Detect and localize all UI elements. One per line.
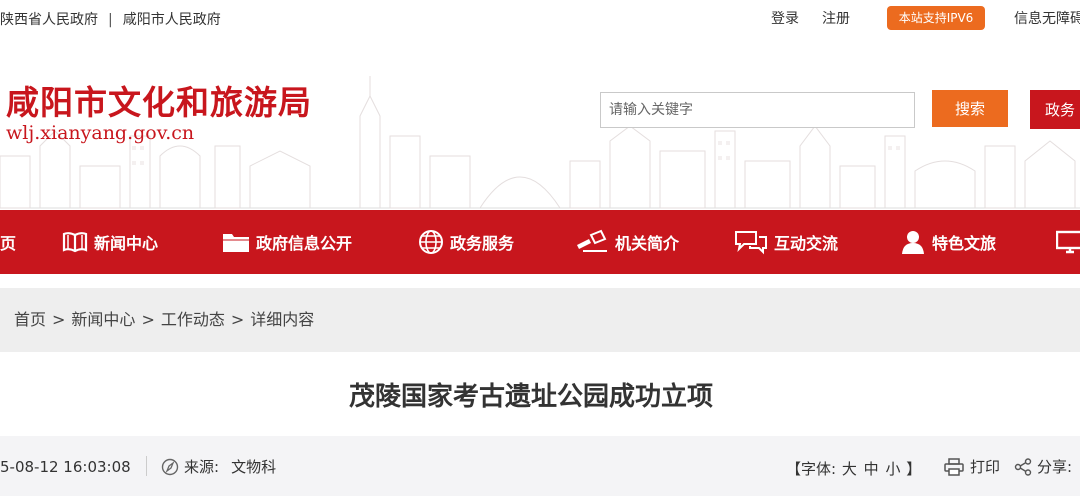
print-label: 打印 xyxy=(970,458,1001,476)
share-label: 分享: xyxy=(1037,458,1073,476)
globe-icon xyxy=(419,230,443,254)
main-nav: 页 新闻中心 政府信息公开 政务服务 机关简介 互动交流 特色文旅 xyxy=(0,210,1080,274)
nav-item-culture-tourism[interactable]: 特色文旅 xyxy=(900,210,996,274)
font-small-button[interactable]: 小 xyxy=(885,460,900,478)
province-gov-link[interactable]: 陕西省人民政府 xyxy=(0,12,98,28)
font-size-control: 【字体: 大 中 小 】 xyxy=(786,458,921,479)
nav-item-about[interactable]: 机关简介 xyxy=(575,210,679,274)
nav-item-gov-service[interactable]: 政务服务 xyxy=(418,210,514,274)
share-icon xyxy=(1014,457,1032,476)
chat-icon xyxy=(735,231,767,255)
top-separator: | xyxy=(108,12,113,28)
search-input[interactable] xyxy=(600,92,915,128)
nav-item-label: 互动交流 xyxy=(774,234,839,253)
breadcrumb: 首页 > 新闻中心 > 工作动态 > 详细内容 xyxy=(0,288,1080,352)
source-value: 文物科 xyxy=(231,458,277,476)
nav-item-label: 新闻中心 xyxy=(94,234,159,253)
breadcrumb-work-news[interactable]: 工作动态 xyxy=(161,310,225,329)
compass-icon xyxy=(161,458,179,475)
breadcrumb-current: 详细内容 xyxy=(250,310,315,329)
user-icon xyxy=(902,231,924,254)
nav-item-news[interactable]: 新闻中心 xyxy=(62,210,158,274)
info-divider xyxy=(146,456,147,476)
printer-icon xyxy=(944,457,964,476)
city-gov-link[interactable]: 咸阳市人民政府 xyxy=(123,12,221,28)
nav-item-home[interactable]: 页 xyxy=(0,210,16,274)
monitor-icon xyxy=(1056,230,1080,254)
article-info-bar: 5-08-12 16:03:08 来源: 文物科 【字体: 大 中 小 】 打印… xyxy=(0,436,1080,496)
breadcrumb-separator: > xyxy=(230,310,245,329)
accessibility-link[interactable]: 信息无障碍 xyxy=(1014,8,1080,28)
source-label: 来源: xyxy=(184,458,220,476)
font-large-button[interactable]: 大 xyxy=(842,460,857,478)
print-button[interactable]: 打印 xyxy=(944,456,1000,477)
site-logo-url: wlj.xianyang.gov.cn xyxy=(6,122,195,144)
breadcrumb-home[interactable]: 首页 xyxy=(14,310,46,329)
nav-item-gov-info[interactable]: 政府信息公开 xyxy=(222,210,352,274)
breadcrumb-separator: > xyxy=(52,310,66,329)
folder-icon xyxy=(223,234,249,252)
ipv6-badge: 本站支持IPV6 xyxy=(887,6,985,30)
pen-icon xyxy=(577,229,607,252)
article-title: 茂陵国家考古遗址公园成功立项 xyxy=(348,382,713,412)
breadcrumb-news[interactable]: 新闻中心 xyxy=(71,310,135,329)
search-button[interactable]: 搜索 xyxy=(932,90,1008,127)
register-link[interactable]: 注册 xyxy=(822,8,850,28)
top-links: 陕西省人民政府 | 咸阳市人民政府 xyxy=(0,9,221,29)
top-bar: 陕西省人民政府 | 咸阳市人民政府 登录 注册 本站支持IPV6 信息无障碍 xyxy=(0,0,1080,36)
share-control[interactable]: 分享: xyxy=(1014,456,1072,477)
site-header: 咸阳市文化和旅游局 wlj.xianyang.gov.cn 搜索 政务 xyxy=(0,36,1080,210)
font-size-close: 】 xyxy=(906,460,922,478)
nav-item-interact[interactable]: 互动交流 xyxy=(734,210,838,274)
font-medium-button[interactable]: 中 xyxy=(864,460,879,478)
article-source: 来源: 文物科 xyxy=(161,456,276,477)
nav-item-label: 政务服务 xyxy=(450,234,515,253)
gov-service-button[interactable]: 政务 xyxy=(1030,90,1080,129)
book-icon xyxy=(62,232,88,253)
font-size-open: 【字体: xyxy=(786,460,837,478)
nav-item-label: 政府信息公开 xyxy=(256,234,353,253)
nav-item-label: 特色文旅 xyxy=(932,234,997,253)
nav-item-label: 机关简介 xyxy=(615,234,680,253)
publish-time: 5-08-12 16:03:08 xyxy=(0,458,131,476)
nav-item-more[interactable] xyxy=(1056,210,1080,274)
nav-item-label: 页 xyxy=(0,234,17,253)
site-logo-title[interactable]: 咸阳市文化和旅游局 xyxy=(6,76,312,124)
login-link[interactable]: 登录 xyxy=(771,8,799,28)
breadcrumb-separator: > xyxy=(141,310,155,329)
